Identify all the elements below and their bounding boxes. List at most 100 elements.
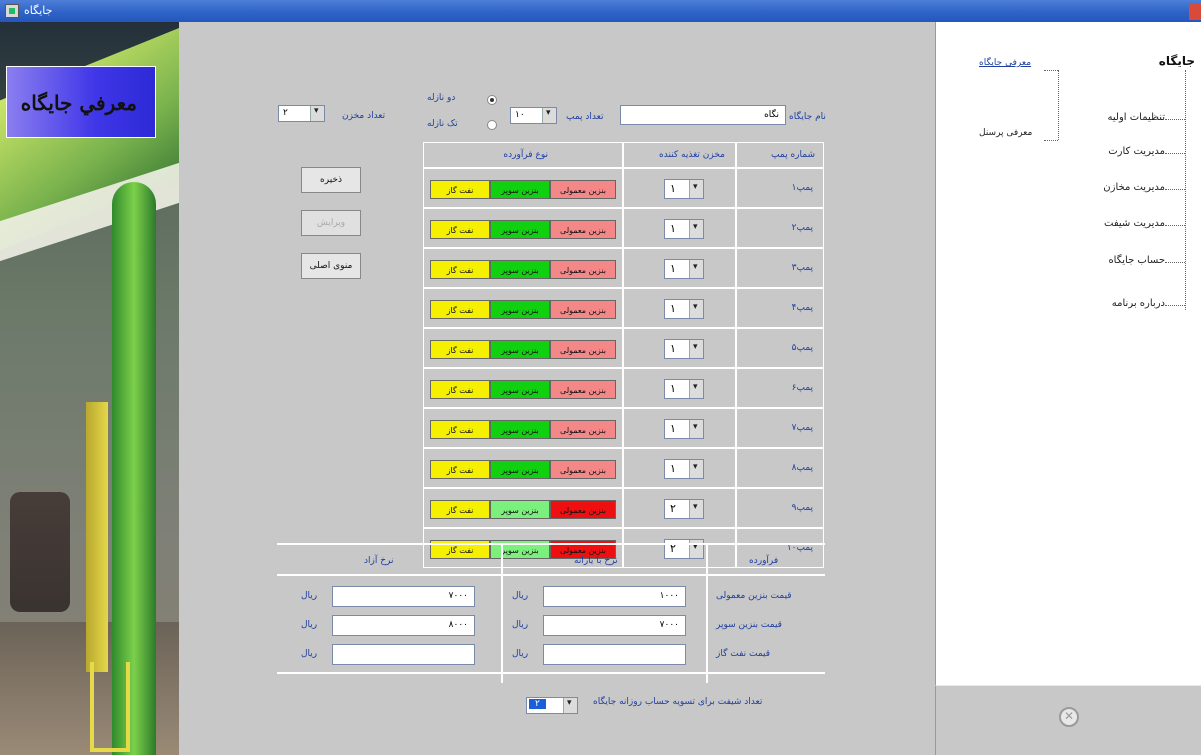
tank-select[interactable]: ۱ <box>664 339 704 359</box>
nav-item[interactable]: مدیریت کارت <box>1108 146 1165 157</box>
pump-count-select[interactable]: ۱۰ <box>510 107 557 124</box>
super-fuel-button[interactable]: بنزین سوپر <box>490 420 550 439</box>
regular-fuel-button[interactable]: بنزین معمولی <box>550 500 616 519</box>
gasoil-button[interactable]: نفت گاز <box>430 220 490 239</box>
super-fuel-button[interactable]: بنزین سوپر <box>490 300 550 319</box>
station-name-label: نام جايگاه <box>789 112 826 122</box>
cell-tank: ۱ <box>623 288 736 328</box>
cell-tank: ۱ <box>623 368 736 408</box>
tank-select[interactable]: ۲ <box>664 499 704 519</box>
regular-fuel-button[interactable]: بنزین معمولی <box>550 420 616 439</box>
regular-fuel-button[interactable]: بنزین معمولی <box>550 260 616 279</box>
single-nozzle-label: تک نازله <box>427 119 458 129</box>
gasoil-button[interactable]: نفت گاز <box>430 180 490 199</box>
tank-count-select[interactable]: ۲ <box>278 105 325 122</box>
price-header-free: نرخ آزاد <box>364 556 394 566</box>
cell-pump: پمپ۷ <box>736 408 824 448</box>
cell-tank: ۱ <box>623 408 736 448</box>
tank-select[interactable]: ۱ <box>664 299 704 319</box>
nav-item[interactable]: مدیریت شیفت <box>1104 218 1165 229</box>
cell-pump: پمپ۵ <box>736 328 824 368</box>
tank-select[interactable]: ۱ <box>664 219 704 239</box>
save-button[interactable]: ذخیره <box>301 167 361 193</box>
divider <box>277 543 825 545</box>
super-fuel-button[interactable]: بنزین سوپر <box>490 340 550 359</box>
tank-select[interactable]: ۱ <box>664 259 704 279</box>
pump-label: پمپ۹ <box>791 503 813 513</box>
nav-sub-staff[interactable]: معرفی پرسنل <box>979 128 1032 138</box>
nav-item[interactable]: درباره برنامه <box>1112 298 1165 309</box>
gasoil-button[interactable]: نفت گاز <box>430 420 490 439</box>
super-fuel-button[interactable]: بنزین سوپر <box>490 180 550 199</box>
close-button[interactable] <box>1189 3 1201 20</box>
card-price-input[interactable] <box>543 644 686 665</box>
cell-tank: ۱ <box>623 328 736 368</box>
main-menu-button[interactable]: منوی اصلی <box>301 253 361 279</box>
gasoil-button[interactable]: نفت گاز <box>430 460 490 479</box>
two-nozzle-label: دو نازله <box>427 93 456 103</box>
banner: معرفي جايگاه <box>6 66 156 138</box>
cell-pump: پمپ۴ <box>736 288 824 328</box>
station-name-input[interactable]: نگاه <box>620 105 786 125</box>
free-price-input[interactable]: ۷۰۰۰ <box>332 586 475 607</box>
cell-pump: پمپ۳ <box>736 248 824 288</box>
edit-button[interactable]: ویرایش <box>301 210 361 236</box>
gasoil-button[interactable]: نفت گاز <box>430 300 490 319</box>
app-icon <box>5 4 19 18</box>
navigation-tree: جایگاه تنظیمات اولیه مدیریت کارت مدیریت مخ… <box>935 22 1201 685</box>
price-label: قیمت بنزین معمولی <box>716 591 792 601</box>
gasoil-button[interactable]: نفت گاز <box>430 260 490 279</box>
super-fuel-button[interactable]: بنزین سوپر <box>490 460 550 479</box>
cell-product: بنزین معمولی بنزین سوپر نفت گاز <box>423 168 623 208</box>
title-bar: جايگاه <box>0 0 1201 22</box>
header-product: نوع فرآورده <box>423 142 623 168</box>
regular-fuel-button[interactable]: بنزین معمولی <box>550 300 616 319</box>
regular-fuel-button[interactable]: بنزین معمولی <box>550 340 616 359</box>
radio-single-nozzle[interactable] <box>487 120 497 130</box>
cell-product: بنزین معمولی بنزین سوپر نفت گاز <box>423 448 623 488</box>
super-fuel-button[interactable]: بنزین سوپر <box>490 220 550 239</box>
pump-label: پمپ۴ <box>791 303 813 313</box>
nav-sub-station[interactable]: معرفی جایگاه <box>979 58 1031 68</box>
tank-select[interactable]: ۱ <box>664 379 704 399</box>
radio-two-nozzle[interactable] <box>487 95 497 105</box>
gasoil-button[interactable]: نفت گاز <box>430 380 490 399</box>
gasoil-button[interactable]: نفت گاز <box>430 500 490 519</box>
divider <box>277 672 825 674</box>
nav-item[interactable]: حساب جایگاه <box>1108 255 1165 266</box>
shift-count-select[interactable]: ۲ <box>526 697 578 714</box>
cell-product: بنزین معمولی بنزین سوپر نفت گاز <box>423 288 623 328</box>
pump-label: پمپ۸ <box>791 463 813 473</box>
cell-product: بنزین معمولی بنزین سوپر نفت گاز <box>423 408 623 448</box>
price-label: قیمت بنزین سوپر <box>716 620 782 630</box>
divider <box>706 543 708 683</box>
gasoil-button[interactable]: نفت گاز <box>430 340 490 359</box>
nav-item[interactable]: مدیریت مخازن <box>1103 182 1165 193</box>
nav-item[interactable]: تنظیمات اولیه <box>1108 112 1165 123</box>
card-price-input[interactable]: ۱۰۰۰ <box>543 586 686 607</box>
exit-icon[interactable] <box>1059 707 1079 727</box>
tank-select[interactable]: ۱ <box>664 459 704 479</box>
regular-fuel-button[interactable]: بنزین معمولی <box>550 460 616 479</box>
cell-pump: پمپ۶ <box>736 368 824 408</box>
tank-select[interactable]: ۱ <box>664 419 704 439</box>
cell-tank: ۲ <box>623 488 736 528</box>
currency-label: ریال <box>301 591 318 601</box>
cell-pump: پمپ۲ <box>736 208 824 248</box>
free-price-input[interactable] <box>332 644 475 665</box>
super-fuel-button[interactable]: بنزین سوپر <box>490 380 550 399</box>
card-price-input[interactable]: ۷۰۰۰ <box>543 615 686 636</box>
regular-fuel-button[interactable]: بنزین معمولی <box>550 380 616 399</box>
tank-select[interactable]: ۱ <box>664 179 704 199</box>
station-photo: معرفي جايگاه <box>0 22 179 755</box>
super-fuel-button[interactable]: بنزین سوپر <box>490 260 550 279</box>
currency-label: ریال <box>301 620 318 630</box>
tank-select[interactable]: ۲ <box>664 539 704 559</box>
regular-fuel-button[interactable]: بنزین معمولی <box>550 220 616 239</box>
cell-product: بنزین معمولی بنزین سوپر نفت گاز <box>423 208 623 248</box>
super-fuel-button[interactable]: بنزین سوپر <box>490 500 550 519</box>
divider <box>277 574 825 576</box>
free-price-input[interactable]: ۸۰۰۰ <box>332 615 475 636</box>
nav-root[interactable]: جایگاه <box>1159 54 1195 68</box>
regular-fuel-button[interactable]: بنزین معمولی <box>550 180 616 199</box>
